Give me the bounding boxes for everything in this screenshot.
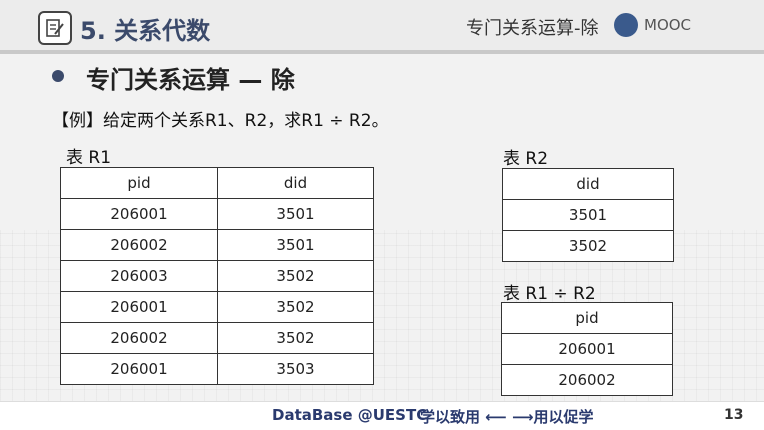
column-header: pid	[60, 167, 218, 199]
table-cell: 206002	[60, 229, 218, 261]
table-cell: 206002	[501, 364, 673, 396]
table-cell: 3501	[217, 198, 374, 230]
column-header: did	[217, 167, 374, 199]
slide-header: 5. 关系代数 专门关系运算-除 MOOC	[0, 0, 764, 54]
course-name: DataBase @UESTC	[272, 406, 428, 424]
table-row: 206001 3503	[60, 353, 374, 385]
motto: 学以致用 ⟵ ⟶用以促学	[420, 408, 594, 426]
r1-table: pid did 206001 3501 206002 3501 206003 3…	[60, 167, 374, 385]
column-header: pid	[501, 302, 673, 334]
table-header-row: did	[502, 168, 674, 200]
table-cell: 206001	[60, 353, 218, 385]
table-row: 3501	[502, 199, 674, 231]
column-header: did	[502, 168, 674, 200]
mooc-brand: MOOC	[644, 16, 692, 34]
table-row: 206001 3502	[60, 291, 374, 323]
r1-label: 表 R1	[66, 148, 112, 168]
table-row: 206001	[501, 333, 673, 365]
table-cell: 3502	[217, 291, 374, 323]
table-cell: 3501	[502, 199, 674, 231]
mooc-logo: MOOC	[614, 13, 691, 37]
table-header-row: pid	[501, 302, 673, 334]
table-cell: 3502	[502, 230, 674, 262]
table-header-row: pid did	[60, 167, 374, 199]
table-cell: 3503	[217, 353, 374, 385]
table-cell: 206001	[501, 333, 673, 365]
edit-note-icon	[38, 11, 72, 45]
r2-table: did 3501 3502	[502, 168, 674, 262]
example-text: 【例】给定两个关系R1、R2，求R1 ÷ R2。	[52, 111, 389, 131]
result-label: 表 R1 ÷ R2	[503, 284, 596, 304]
table-row: 206002	[501, 364, 673, 396]
topic-title: 专门关系运算-除	[466, 18, 599, 39]
table-cell: 3501	[217, 229, 374, 261]
table-cell: 3502	[217, 260, 374, 292]
table-row: 3502	[502, 230, 674, 262]
r2-label: 表 R2	[503, 149, 549, 169]
section-title: 专门关系运算 — 除	[86, 66, 295, 94]
table-cell: 3502	[217, 322, 374, 354]
table-row: 206001 3501	[60, 198, 374, 230]
slide-footer: DataBase @UESTC 学以致用 ⟵ ⟶用以促学 13	[0, 401, 764, 430]
page-number: 13	[724, 407, 744, 423]
table-cell: 206003	[60, 260, 218, 292]
table-row: 206003 3502	[60, 260, 374, 292]
university-seal-icon	[614, 13, 638, 37]
result-table: pid 206001 206002	[501, 302, 673, 396]
table-cell: 206001	[60, 198, 218, 230]
table-cell: 206001	[60, 291, 218, 323]
table-cell: 206002	[60, 322, 218, 354]
table-row: 206002 3501	[60, 229, 374, 261]
table-row: 206002 3502	[60, 322, 374, 354]
chapter-title: 5. 关系代数	[80, 17, 211, 45]
bullet-icon	[52, 70, 64, 82]
